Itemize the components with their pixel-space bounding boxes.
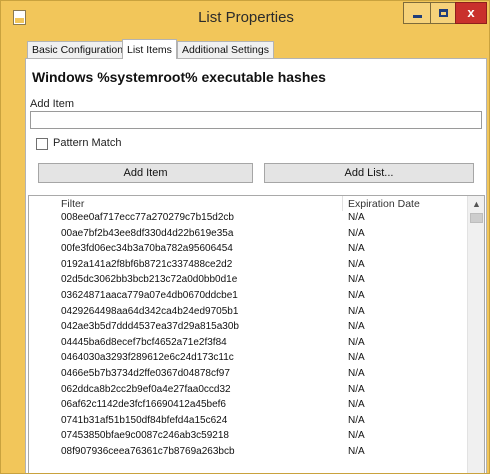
filter-hash: 0464030a3293f289612e6c24d173c11c (61, 352, 234, 364)
minimize-button[interactable] (403, 2, 431, 24)
maximize-button[interactable] (430, 2, 456, 24)
filter-hash: 0741b31af51b150df84bfefd4a15c624 (61, 414, 228, 426)
tab-list-items[interactable]: List Items (122, 39, 177, 59)
list-item[interactable]: 008ee0af717ecc77a270279c7b15d2cb N/A (29, 210, 466, 226)
filter-hash: 06af62c1142de3fcf16690412a45bef6 (61, 399, 226, 411)
list-item[interactable]: 02d5dc3062bb3bcb213c72a0d0bb0d1e N/A (29, 272, 466, 288)
expiration-date: N/A (348, 212, 365, 223)
expiration-date: N/A (348, 289, 365, 301)
list-item[interactable]: 03624871aaca779a07e4db0670ddcbe1 N/A (29, 288, 466, 304)
list-item[interactable]: 04445ba6d8ecef7bcf4652a71e2f3f84 N/A (29, 335, 466, 351)
expiration-date: N/A (348, 243, 365, 255)
add-item-input[interactable] (30, 111, 482, 129)
expiration-date: N/A (348, 227, 365, 239)
list-item[interactable]: 0466e5b7b3734d2ffe0367d04878cf97 N/A (29, 366, 466, 382)
filter-hash: 0192a141a2f8bf6b8721c337488ce2d2 (61, 258, 233, 270)
expiration-date: N/A (348, 321, 365, 333)
add-list-button[interactable]: Add List... (264, 163, 474, 183)
filter-hash: 0429264498aa64d342ca4b24ed9705b1 (61, 305, 239, 317)
filter-hash: 00ae7bf2b43ee8df330d4d22b619e35a (61, 227, 234, 239)
column-header-expiration-date[interactable]: Expiration Date (348, 198, 420, 210)
pattern-match-checkbox[interactable] (36, 138, 48, 150)
expiration-date: N/A (348, 352, 365, 364)
list-item[interactable]: 0741b31af51b150df84bfefd4a15c624 N/A (29, 413, 466, 429)
vertical-scrollbar[interactable]: ▲ (467, 196, 484, 473)
scroll-thumb[interactable] (470, 213, 483, 223)
expiration-date: N/A (348, 258, 365, 270)
filter-hash: 008ee0af717ecc77a270279c7b15d2cb (61, 212, 234, 223)
filter-hash: 08f907936ceea76361c7b8769a263bcb (61, 445, 235, 457)
tab-basic-configuration[interactable]: Basic Configuration (27, 41, 129, 59)
pattern-match-label: Pattern Match (53, 137, 122, 149)
maximize-icon (438, 9, 448, 17)
filter-hash: 042ae3b5d7ddd4537ea37d29a815a30b (61, 321, 239, 333)
filter-hash: 04445ba6d8ecef7bcf4652a71e2f3f84 (61, 336, 227, 348)
add-item-button[interactable]: Add Item (38, 163, 253, 183)
column-header-filter[interactable]: Filter (61, 198, 84, 210)
list-item[interactable]: 08f907936ceea76361c7b8769a263bcb N/A (29, 444, 466, 460)
list-item[interactable]: 062ddca8b2cc2b9ef0a4e27faa0ccd32 N/A (29, 382, 466, 398)
column-divider[interactable] (342, 196, 343, 211)
list-properties-window: List Properties x Basic Configuration Li… (0, 0, 490, 474)
list-item[interactable]: 042ae3b5d7ddd4537ea37d29a815a30b N/A (29, 319, 466, 335)
expiration-date: N/A (348, 274, 365, 286)
expiration-date: N/A (348, 383, 365, 395)
filter-hash: 062ddca8b2cc2b9ef0a4e27faa0ccd32 (61, 383, 231, 395)
list-item[interactable]: 0192a141a2f8bf6b8721c337488ce2d2 N/A (29, 257, 466, 273)
expiration-date: N/A (348, 399, 365, 411)
expiration-date: N/A (348, 336, 365, 348)
list-item[interactable]: 0429264498aa64d342ca4b24ed9705b1 N/A (29, 304, 466, 320)
list-item[interactable]: 07453850bfae9c0087c246ab3c59218 N/A (29, 428, 466, 444)
expiration-date: N/A (348, 367, 365, 379)
close-button[interactable]: x (455, 2, 487, 24)
list-item[interactable]: 06af62c1142de3fcf16690412a45bef6 N/A (29, 397, 466, 413)
list-item[interactable]: 00ae7bf2b43ee8df330d4d22b619e35a N/A (29, 226, 466, 242)
expiration-date: N/A (348, 305, 365, 317)
filter-hash: 0466e5b7b3734d2ffe0367d04878cf97 (61, 367, 230, 379)
tab-additional-settings[interactable]: Additional Settings (177, 41, 274, 59)
minimize-icon (412, 15, 422, 18)
title-bar[interactable]: List Properties x (1, 1, 489, 35)
list-rows: 008ee0af717ecc77a270279c7b15d2cb N/A 00ae7… (29, 210, 466, 460)
filter-hash: 02d5dc3062bb3bcb213c72a0d0bb0d1e (61, 274, 238, 286)
filter-hash: 07453850bfae9c0087c246ab3c59218 (61, 430, 229, 442)
list-item[interactable]: 00fe3fd06ec34b3a70ba782a95606454 N/A (29, 241, 466, 257)
scroll-up-icon[interactable]: ▲ (468, 196, 484, 212)
list-item[interactable]: 0464030a3293f289612e6c24d173c11c N/A (29, 350, 466, 366)
list-heading: Windows %systemroot% executable hashes (32, 69, 326, 85)
expiration-date: N/A (348, 414, 365, 426)
expiration-date: N/A (348, 430, 365, 442)
filter-hash: 00fe3fd06ec34b3a70ba782a95606454 (61, 243, 233, 255)
filter-hash: 03624871aaca779a07e4db0670ddcbe1 (61, 289, 238, 301)
expiration-date: N/A (348, 445, 365, 457)
filter-list[interactable]: Filter Expiration Date 008ee0af717ecc77a… (28, 195, 485, 473)
add-item-label: Add Item (30, 98, 75, 110)
list-header: Filter Expiration Date (29, 196, 466, 211)
list-items-panel: Windows %systemroot% executable hashes A… (25, 58, 487, 473)
